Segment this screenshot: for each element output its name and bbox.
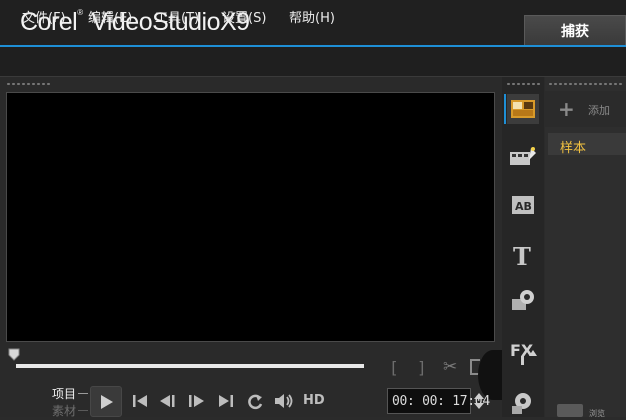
library-folder-label[interactable]: 样本	[560, 137, 586, 156]
icon-column-grip[interactable]	[506, 82, 542, 86]
filter-icon[interactable]: FX	[507, 336, 539, 366]
timecode-display[interactable]: 00: 00: 17:04	[387, 388, 490, 414]
menu-settings[interactable]: 设置(S)	[222, 7, 266, 26]
preview-screen	[6, 92, 495, 342]
svg-text:AB: AB	[515, 200, 532, 213]
clip-mode-line	[78, 410, 88, 411]
browse-button[interactable]: 浏览	[589, 408, 605, 419]
play-icon	[101, 395, 113, 409]
add-folder-button[interactable]: 添加	[588, 102, 610, 118]
title-icon[interactable]: T	[507, 240, 539, 271]
transition-icon[interactable]: AB	[507, 190, 539, 220]
add-folder-icon[interactable]: +	[558, 99, 575, 119]
hd-preview-button[interactable]: HD	[303, 393, 325, 408]
scrubber-track[interactable]	[16, 364, 364, 368]
repeat-icon[interactable]	[245, 392, 265, 412]
split-clip-icon[interactable]: ✂	[443, 357, 457, 377]
previous-frame-icon[interactable]	[158, 392, 178, 410]
library-panel	[545, 77, 626, 417]
mark-in-button[interactable]: [	[389, 358, 399, 377]
next-frame-icon[interactable]	[186, 392, 206, 410]
mark-out-button[interactable]: ]	[417, 358, 427, 377]
menu-tools[interactable]: 工具(T)	[155, 7, 199, 26]
menu-file[interactable]: 文件(F)	[22, 7, 66, 26]
timecode-spinner[interactable]	[473, 388, 485, 414]
media-library-icon[interactable]	[507, 94, 539, 124]
scrubber-handle[interactable]	[8, 348, 20, 361]
browse-icon[interactable]	[557, 404, 583, 417]
volume-icon[interactable]	[273, 392, 295, 410]
play-button[interactable]	[90, 386, 122, 417]
graphics-icon[interactable]	[507, 286, 539, 316]
clip-mode-label[interactable]: 素材	[52, 402, 76, 419]
svg-text:T: T	[513, 242, 531, 270]
menu-edit[interactable]: 编辑(E)	[88, 7, 132, 26]
go-to-start-icon[interactable]	[131, 392, 149, 410]
library-grip[interactable]	[548, 82, 624, 86]
project-mode-label[interactable]: 项目	[52, 385, 76, 402]
menu-help[interactable]: 帮助(H)	[289, 7, 335, 26]
go-to-end-icon[interactable]	[217, 392, 235, 410]
path-icon[interactable]	[507, 386, 539, 416]
panel-grip[interactable]	[6, 82, 50, 86]
menu-bar	[0, 47, 626, 77]
brand-registered: ®	[77, 8, 83, 17]
tab-capture[interactable]: 捕获	[524, 15, 626, 45]
project-mode-line	[78, 393, 88, 394]
instant-project-icon[interactable]	[507, 142, 539, 172]
active-category-indicator	[504, 94, 506, 124]
